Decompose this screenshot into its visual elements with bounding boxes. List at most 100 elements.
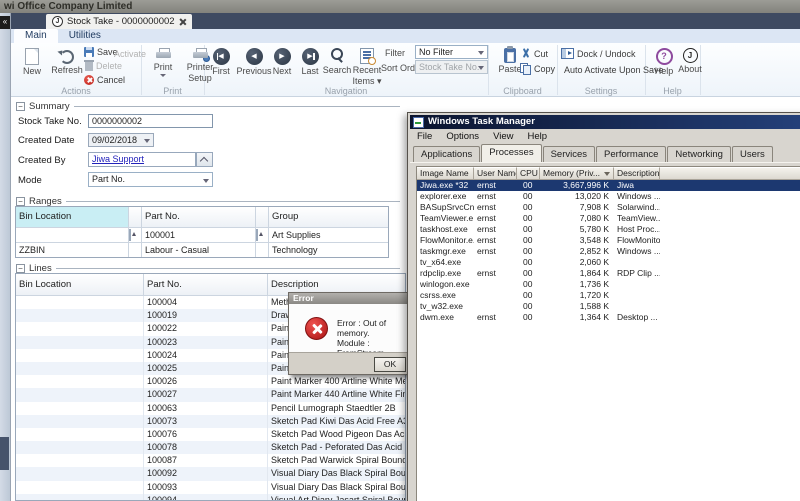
created-date-dropdown[interactable]: 09/02/2018	[88, 133, 154, 147]
about-icon: J	[683, 48, 698, 63]
lines-row[interactable]: 100078Sketch Pad - Peforated Das Acid Fr…	[16, 441, 405, 454]
col-cpu[interactable]: CPU	[517, 167, 540, 180]
col-description[interactable]: Description	[614, 167, 660, 180]
process-row[interactable]: TeamViewer.e...ernst007,080 KTeamView...	[417, 213, 800, 224]
lines-row[interactable]: 100063Pencil Lumograph Staedtler 2B	[16, 402, 405, 415]
ranges-col-part-no[interactable]: Part No.	[142, 207, 256, 228]
first-button[interactable]: ◀ First	[206, 45, 236, 76]
menu-view[interactable]: View	[486, 130, 520, 143]
lines-row[interactable]: 100094Visual Art Diary Jasart Spiral Bou…	[16, 494, 405, 501]
process-cpu: 00	[517, 235, 540, 246]
col-user-name[interactable]: User Name	[474, 167, 517, 180]
process-row[interactable]: rdpclip.exeernst001,864 KRDP Clip ...	[417, 268, 800, 279]
lines-cell-part: 100093	[144, 481, 268, 494]
delete-button[interactable]: Delete	[84, 61, 122, 71]
task-manager-titlebar[interactable]: Windows Task Manager	[410, 115, 800, 129]
lines-col-bin-location[interactable]: Bin Location	[16, 274, 144, 296]
process-row[interactable]: csrss.exe001,720 K	[417, 290, 800, 301]
ranges-row[interactable]: ZZBIN Labour - Casual Technology	[16, 243, 388, 258]
col-image-name[interactable]: Image Name	[417, 167, 474, 180]
lines-row[interactable]: 100026Paint Marker 400 Artline White Med…	[16, 375, 405, 388]
process-row[interactable]: tv_x64.exe002,060 K	[417, 257, 800, 268]
lines-row[interactable]: 100093Visual Diary Das Black Spiral Boun…	[16, 481, 405, 494]
filter-dropdown[interactable]: No Filter	[415, 45, 488, 59]
lines-row[interactable]: 100076Sketch Pad Wood Pigeon Das Acid Fr…	[16, 428, 405, 441]
process-row[interactable]: dwm.exeernst001,364 KDesktop ...	[417, 312, 800, 323]
save-button[interactable]: Save	[84, 47, 118, 57]
tab-processes[interactable]: Processes	[481, 144, 541, 162]
process-row[interactable]: explorer.exeernst0013,020 KWindows ...	[417, 191, 800, 202]
process-cpu: 00	[517, 246, 540, 257]
tab-applications[interactable]: Applications	[413, 146, 480, 162]
ok-button[interactable]: OK	[374, 357, 406, 372]
menu-options[interactable]: Options	[439, 130, 486, 143]
lines-cell-part: 100078	[144, 441, 268, 454]
about-button[interactable]: J About	[675, 45, 705, 74]
menu-help[interactable]: Help	[520, 130, 554, 143]
lines-row[interactable]: 100092Visual Diary Das Black Spiral Boun…	[16, 467, 405, 480]
tab-networking[interactable]: Networking	[667, 146, 731, 162]
process-row[interactable]: winlogon.exe001,736 K	[417, 279, 800, 290]
auto-activate-button[interactable]: Auto Activate Upon Save	[564, 65, 664, 75]
cut-button[interactable]: Cut	[520, 48, 548, 59]
ribbon-tab-main[interactable]: Main	[14, 29, 58, 43]
ranges-cell-spin	[129, 228, 142, 243]
created-by-label: Created By	[18, 155, 66, 166]
next-button[interactable]: ▶ Next	[267, 45, 297, 76]
created-date-value: 09/02/2018	[92, 135, 137, 145]
auto-activate-label: Auto Activate Upon Save	[564, 65, 664, 75]
ranges-cell-spin	[129, 243, 142, 258]
ranges-row[interactable]: 100001 Art Supplies	[16, 228, 388, 243]
created-by-expand-button[interactable]	[196, 152, 213, 167]
created-by-link[interactable]: Jiwa Support	[92, 154, 144, 164]
ranges-col-group[interactable]: Group	[269, 207, 388, 228]
refresh-button[interactable]: Refresh	[48, 45, 86, 75]
process-row[interactable]: tv_w32.exe001,588 K	[417, 301, 800, 312]
tab-services[interactable]: Services	[543, 146, 595, 162]
process-memory: 1,588 K	[540, 301, 614, 312]
lines-cell-bin	[16, 362, 144, 375]
lines-cell-bin	[16, 296, 144, 309]
print-button[interactable]: Print	[145, 45, 181, 77]
navigation-group-label: Navigation	[204, 86, 488, 96]
collapse-toggle-icon[interactable]: −	[16, 197, 25, 206]
lines-row[interactable]: 100073Sketch Pad Kiwi Das Acid Free A3 1…	[16, 415, 405, 428]
dock-undock-button[interactable]: Dock / Undock	[561, 48, 636, 59]
sort-order-dropdown[interactable]: Stock Take No.	[415, 60, 488, 74]
collapse-toggle-icon[interactable]: −	[16, 102, 25, 111]
collapse-toggle-icon[interactable]: −	[16, 264, 25, 273]
lines-row[interactable]: 100087Sketch Pad Warwick Spiral Bound A3…	[16, 454, 405, 467]
process-row[interactable]: taskhost.exeernst005,780 KHost Proc...	[417, 224, 800, 235]
process-row[interactable]: FlowMonitor.e...ernst003,548 KFlowMonito…	[417, 235, 800, 246]
process-row[interactable]: BASupSrvcCnf...ernst007,908 KSolarwind..…	[417, 202, 800, 213]
error-dialog-titlebar[interactable]: Error	[289, 293, 413, 304]
tab-stock-take[interactable]: J Stock Take - 0000000002	[46, 14, 192, 29]
tab-users[interactable]: Users	[732, 146, 773, 162]
tab-performance[interactable]: Performance	[596, 146, 666, 162]
new-button[interactable]: New	[16, 45, 48, 76]
process-row[interactable]: taskmgr.exeernst002,852 KWindows ...	[417, 246, 800, 257]
lines-cell-bin	[16, 415, 144, 428]
spin-up-icon[interactable]	[129, 229, 131, 241]
ranges-col-bin-location[interactable]: Bin Location	[16, 207, 129, 228]
lines-row[interactable]: 100027Paint Marker 440 Artline White Fin…	[16, 388, 405, 401]
process-memory: 2,060 K	[540, 257, 614, 268]
last-record-icon: ▶	[302, 48, 319, 65]
recent-items-button[interactable]: Recent Items ▾	[349, 45, 385, 86]
process-row[interactable]: Jiwa.exe *32ernst003,667,996 KJiwa	[417, 180, 800, 191]
close-icon[interactable]	[179, 18, 186, 25]
col-memory[interactable]: Memory (Priv...	[540, 167, 614, 180]
copy-button[interactable]: Copy	[520, 63, 555, 74]
activate-button[interactable]: Activate	[114, 49, 146, 59]
menu-file[interactable]: File	[410, 130, 439, 143]
lines-col-part-no[interactable]: Part No.	[144, 274, 268, 296]
cancel-button[interactable]: Cancel	[84, 75, 125, 85]
stock-take-no-field[interactable]: 0000000002	[88, 114, 213, 128]
help-button[interactable]: ? Help	[651, 45, 677, 76]
mode-dropdown[interactable]: Part No.	[88, 172, 213, 187]
panel-collapse-button[interactable]: «	[0, 16, 10, 29]
lines-cell-bin	[16, 309, 144, 322]
ribbon-tab-utilities[interactable]: Utilities	[58, 29, 112, 43]
lines-cell-description: Sketch Pad Warwick Spiral Bound A3 110g	[268, 454, 405, 467]
spin-up-icon[interactable]	[256, 229, 258, 241]
